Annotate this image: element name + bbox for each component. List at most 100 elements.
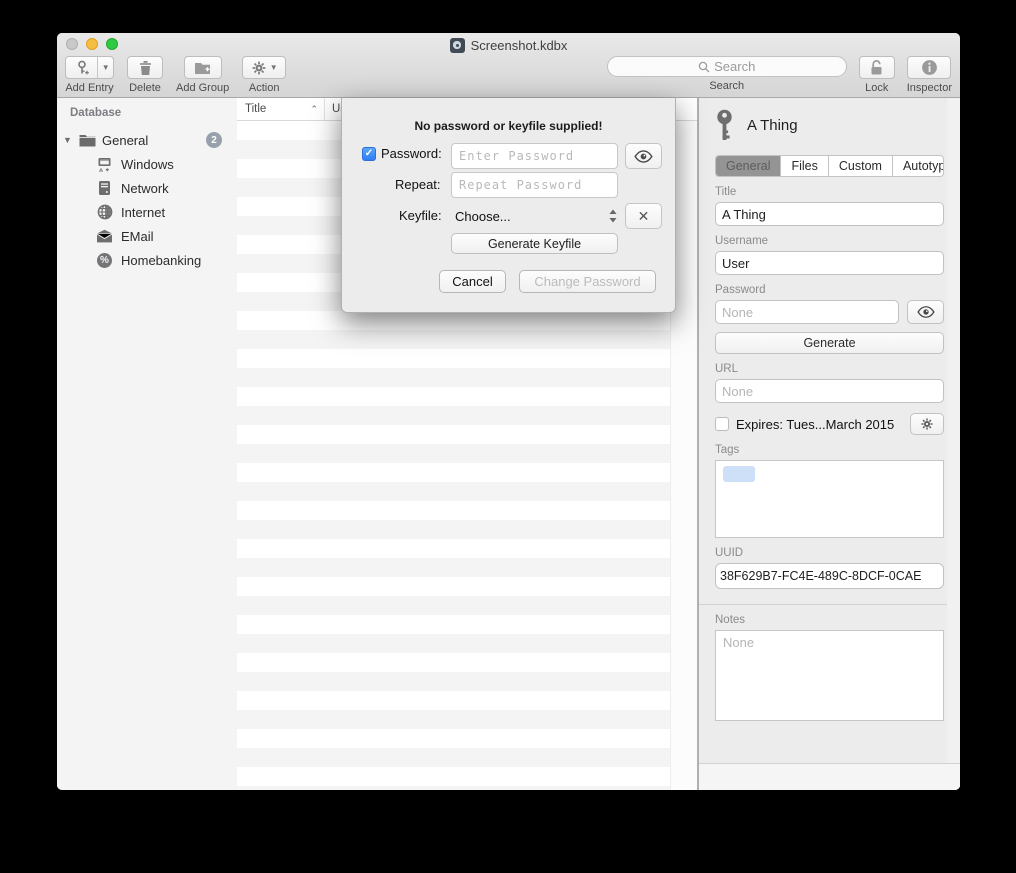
sidebar-item-label: General: [102, 133, 148, 148]
toolbar-right-group: Search Search Lock Inspector: [607, 56, 952, 94]
title-field-label: Title: [715, 186, 944, 198]
sidebar-item-label: Network: [121, 181, 169, 196]
inspector-panel: A Thing General Files Custom Autotype Ti…: [697, 98, 960, 790]
tab-general[interactable]: General: [716, 156, 781, 176]
tag-chip[interactable]: [723, 466, 755, 482]
change-password-button[interactable]: Change Password: [519, 270, 656, 293]
add-entry-button[interactable]: ▼: [65, 56, 114, 79]
lock-toolbar-item: Lock: [859, 56, 895, 94]
clear-keyfile-button[interactable]: ✕: [625, 203, 662, 229]
search-placeholder: Search: [714, 59, 755, 74]
envelope-icon: [96, 228, 113, 245]
entry-count-badge: 2: [206, 132, 222, 148]
inspector-label: Inspector: [907, 82, 952, 94]
tab-files[interactable]: Files: [781, 156, 828, 176]
title-field[interactable]: [715, 202, 944, 226]
eye-icon: [634, 150, 653, 163]
delete-toolbar-item: Delete: [127, 56, 163, 94]
sidebar-item-homebanking[interactable]: % Homebanking: [57, 248, 237, 272]
windows-icon: [96, 156, 113, 173]
search-label: Search: [709, 80, 744, 92]
eye-icon: [917, 306, 935, 318]
sidebar-item-windows[interactable]: Windows: [57, 152, 237, 176]
sidebar-item-internet[interactable]: Internet: [57, 200, 237, 224]
sidebar-item-label: EMail: [121, 229, 154, 244]
sheet-reveal-password-button[interactable]: [625, 143, 662, 169]
trash-icon: [138, 60, 153, 76]
url-field-label: URL: [715, 363, 944, 375]
sidebar-item-label: Windows: [121, 157, 174, 172]
key-plus-icon[interactable]: [66, 57, 98, 78]
inspector-button[interactable]: [907, 56, 951, 79]
repeat-password-input[interactable]: [451, 172, 618, 198]
keyfile-selected-value: Choose...: [455, 209, 511, 224]
action-label: Action: [249, 82, 280, 94]
action-button[interactable]: ▼: [242, 56, 286, 79]
add-entry-toolbar-item: ▼ Add Entry: [65, 56, 114, 94]
globe-icon: [96, 204, 113, 221]
password-checkbox[interactable]: ✓: [362, 147, 376, 161]
sidebar-section-header: Database: [57, 107, 237, 119]
inspector-toolbar-item: Inspector: [907, 56, 952, 94]
inspector-scrollbar[interactable]: [947, 98, 960, 790]
toolbar-left-group: ▼ Add Entry Delete Add Group: [65, 56, 286, 94]
info-icon: [921, 59, 938, 76]
sort-ascending-icon: ⌃: [310, 104, 318, 115]
window-title-area: Screenshot.kdbx: [57, 36, 960, 54]
sheet-warning-message: No password or keyfile supplied!: [342, 119, 675, 133]
url-field[interactable]: [715, 379, 944, 403]
search-toolbar-item: Search Search: [607, 56, 847, 92]
password-field[interactable]: [715, 300, 899, 324]
entry-title: A Thing: [747, 117, 798, 134]
server-icon: [96, 180, 113, 197]
generate-keyfile-button[interactable]: Generate Keyfile: [451, 233, 618, 254]
inspector-tabs: General Files Custom Autotype: [715, 155, 944, 177]
tab-autotype[interactable]: Autotype: [893, 156, 944, 176]
search-icon: [698, 61, 710, 73]
inspector-header: A Thing: [715, 108, 944, 142]
search-input[interactable]: Search: [607, 56, 847, 77]
add-group-button[interactable]: [184, 56, 222, 79]
close-x-icon: ✕: [638, 208, 650, 225]
expires-row: Expires: Tues...March 2015: [715, 413, 944, 435]
expires-label: Expires: Tues...March 2015: [736, 417, 903, 432]
keyfile-popup[interactable]: Choose...: [455, 203, 618, 229]
column-title-label: Title: [245, 103, 266, 115]
add-group-label: Add Group: [176, 82, 229, 94]
document-icon: [450, 38, 465, 53]
tab-custom[interactable]: Custom: [829, 156, 893, 176]
sidebar-item-email[interactable]: EMail: [57, 224, 237, 248]
window-chrome: Screenshot.kdbx ▼ Add Entry: [57, 33, 960, 98]
delete-label: Delete: [129, 82, 161, 94]
reveal-password-button[interactable]: [907, 300, 944, 324]
sidebar-item-network[interactable]: Network: [57, 176, 237, 200]
disclosure-triangle-icon[interactable]: ▼: [63, 135, 73, 145]
gear-icon: [920, 417, 934, 431]
sidebar-item-general[interactable]: ▼ General 2: [57, 128, 237, 152]
unlocked-padlock-icon: [869, 59, 884, 76]
uuid-field-label: UUID: [715, 547, 944, 559]
expires-options-button[interactable]: [910, 413, 944, 435]
delete-button[interactable]: [127, 56, 163, 79]
screenshot-stage: Screenshot.kdbx ▼ Add Entry: [0, 0, 1016, 873]
lock-button[interactable]: [859, 56, 895, 79]
notes-field[interactable]: None: [715, 630, 944, 721]
keyfile-label: Keyfile:: [399, 208, 442, 223]
cancel-button[interactable]: Cancel: [439, 270, 506, 293]
action-toolbar-item: ▼ Action: [242, 56, 286, 94]
tags-box[interactable]: [715, 460, 944, 538]
window-title: Screenshot.kdbx: [471, 38, 568, 53]
generate-password-button[interactable]: Generate: [715, 332, 944, 354]
expires-checkbox[interactable]: [715, 417, 729, 431]
sidebar-item-label: Internet: [121, 205, 165, 220]
group-sidebar: Database ▼ General 2 Windows: [57, 98, 237, 790]
sidebar-item-label: Homebanking: [121, 253, 201, 268]
notes-divider: [699, 604, 960, 605]
password-field-label: Password: [715, 284, 944, 296]
username-field[interactable]: [715, 251, 944, 275]
add-entry-dropdown-arrow[interactable]: ▼: [98, 57, 113, 78]
popup-stepper-icon: [608, 208, 618, 224]
column-header-title[interactable]: Title ⌃: [237, 98, 325, 120]
uuid-field[interactable]: [715, 563, 944, 589]
enter-password-input[interactable]: [451, 143, 618, 169]
